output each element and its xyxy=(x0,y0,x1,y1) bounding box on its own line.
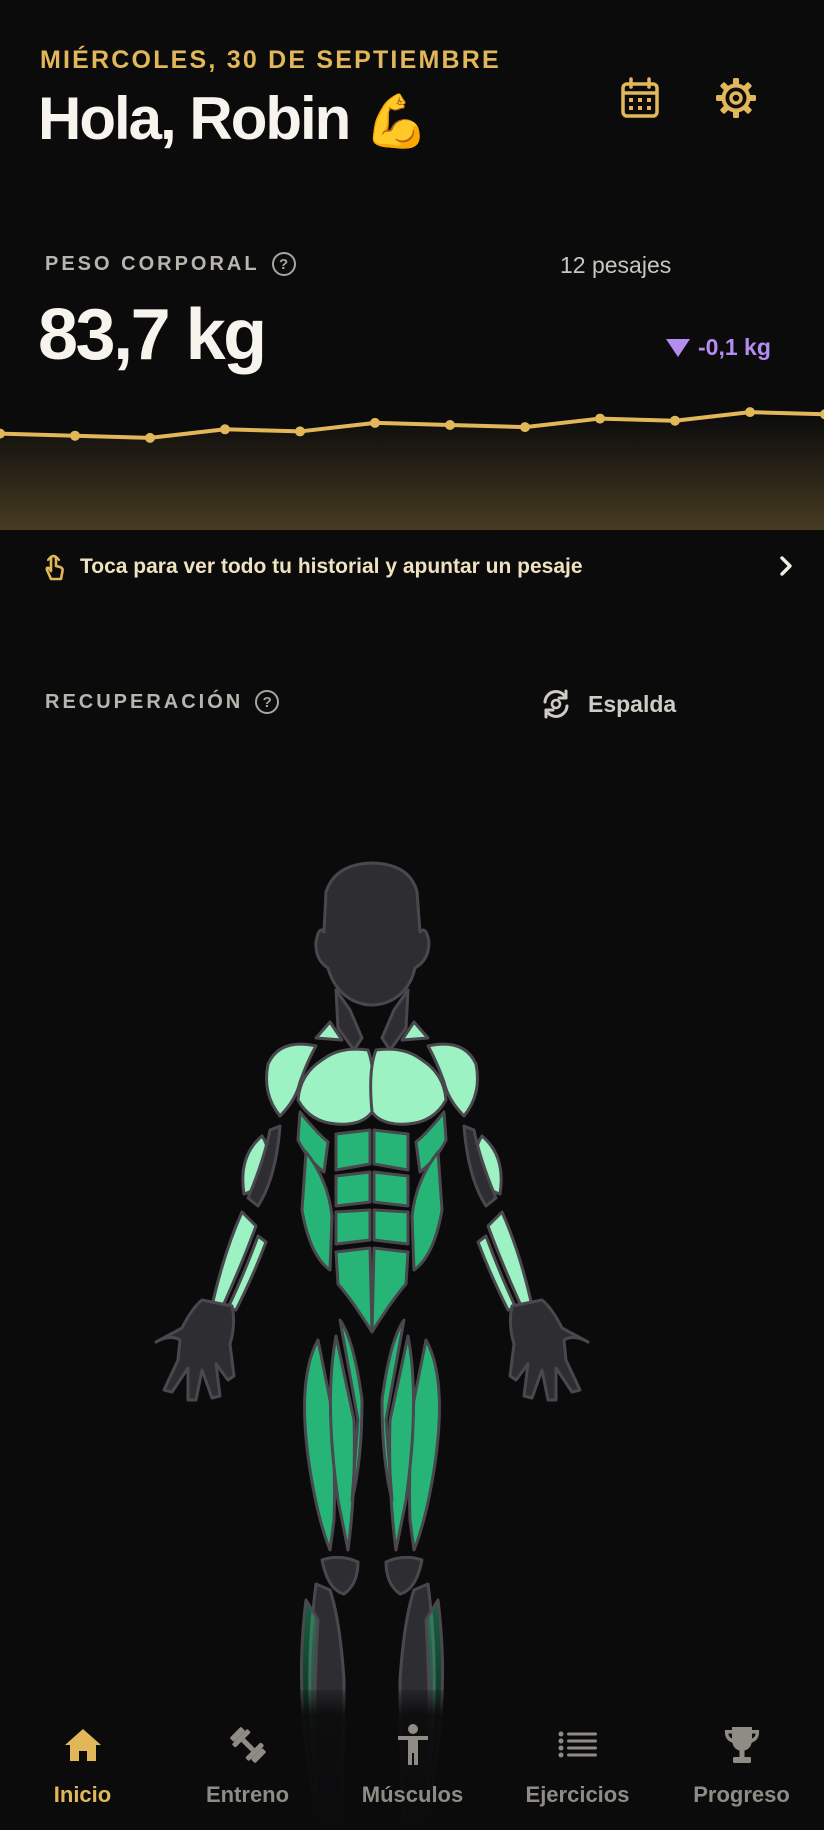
head xyxy=(314,861,431,1007)
chart-point xyxy=(220,424,230,435)
dumbbell-icon xyxy=(229,1727,266,1763)
body-view-toggle[interactable]: Espalda xyxy=(540,688,676,720)
date-label: MIÉRCOLES, 30 DE SEPTIEMBRE xyxy=(40,46,501,74)
gear-icon xyxy=(716,78,756,118)
flexed-biceps-emoji: 💪 xyxy=(363,93,429,151)
weight-label-text: PESO CORPORAL xyxy=(45,252,260,275)
calendar-icon xyxy=(621,77,659,118)
rotate-icon xyxy=(543,689,569,719)
weight-trend-chart[interactable] xyxy=(0,380,824,530)
greeting-text: Hola, Robin xyxy=(38,85,351,152)
quad-right-outer[interactable] xyxy=(408,1338,441,1552)
recovery-label-text: RECUPERACIÓN xyxy=(45,690,244,713)
calendar-button[interactable] xyxy=(616,74,664,122)
chart-point xyxy=(145,432,155,443)
hand-left xyxy=(154,1298,236,1402)
abs-low-left[interactable] xyxy=(334,1208,372,1246)
body-icon xyxy=(397,1724,428,1765)
abs-mid-left[interactable] xyxy=(334,1170,372,1208)
help-icon[interactable]: ? xyxy=(271,252,296,276)
tab-label: Entreno xyxy=(205,1782,290,1807)
history-text: Toca para ver todo tu historial y apunta… xyxy=(80,555,583,578)
chart-area-fill xyxy=(0,412,824,530)
weight-delta: -0,1 kg xyxy=(666,334,771,361)
chart-point xyxy=(70,430,80,441)
weight-delta-value: -0,1 kg xyxy=(698,334,771,360)
abs-bottom[interactable] xyxy=(334,1246,410,1334)
tab-label: Inicio xyxy=(53,1782,112,1807)
recovery-section-label: RECUPERACIÓN ? xyxy=(45,690,280,714)
tab-musculos[interactable]: Músculos xyxy=(330,1690,495,1830)
current-weight: 83,7 kg xyxy=(38,295,267,375)
chart-point xyxy=(745,407,755,418)
tab-label: Progreso xyxy=(693,1782,790,1807)
abs-upper-right[interactable] xyxy=(372,1128,410,1172)
view-toggle-label: Espalda xyxy=(588,690,677,717)
weigh-in-count: 12 pesajes xyxy=(560,252,672,278)
list-icon xyxy=(558,1731,597,1758)
tap-hand-icon xyxy=(45,554,64,581)
tab-label: Ejercicios xyxy=(525,1782,630,1807)
tab-label: Músculos xyxy=(361,1782,464,1807)
bottom-tab-bar: Inicio Entreno Músculos Ejercicios Progr… xyxy=(0,1690,824,1830)
settings-button[interactable] xyxy=(712,74,760,122)
tab-entreno[interactable]: Entreno xyxy=(165,1690,330,1830)
abs-low-right[interactable] xyxy=(372,1208,410,1246)
oblique-left[interactable] xyxy=(300,1150,334,1272)
muscle-map xyxy=(154,861,590,1830)
tab-ejercicios[interactable]: Ejercicios xyxy=(495,1690,660,1830)
help-icon[interactable]: ? xyxy=(255,690,280,714)
weight-section-label: PESO CORPORAL ? xyxy=(45,252,296,276)
chart-point xyxy=(445,420,455,430)
down-triangle-icon xyxy=(666,338,690,357)
chart-point xyxy=(520,422,530,433)
abs-upper-left[interactable] xyxy=(334,1128,372,1172)
greeting-title: Hola, Robin 💪 xyxy=(38,84,429,153)
chart-point xyxy=(670,415,680,426)
chart-point xyxy=(295,426,305,437)
tab-progreso[interactable]: Progreso xyxy=(659,1690,824,1830)
weight-history-link[interactable]: Toca para ver todo tu historial y apunta… xyxy=(0,530,824,604)
chart-point xyxy=(595,413,605,424)
hand-right xyxy=(508,1298,590,1402)
quad-left-outer[interactable] xyxy=(303,1338,336,1552)
abs-mid-right[interactable] xyxy=(372,1170,410,1208)
tab-inicio[interactable]: Inicio xyxy=(0,1690,165,1830)
home-icon xyxy=(64,1729,101,1761)
oblique-right[interactable] xyxy=(410,1150,444,1272)
chevron-right-icon xyxy=(780,556,792,576)
chart-point xyxy=(370,417,380,428)
trophy-icon xyxy=(724,1727,759,1763)
